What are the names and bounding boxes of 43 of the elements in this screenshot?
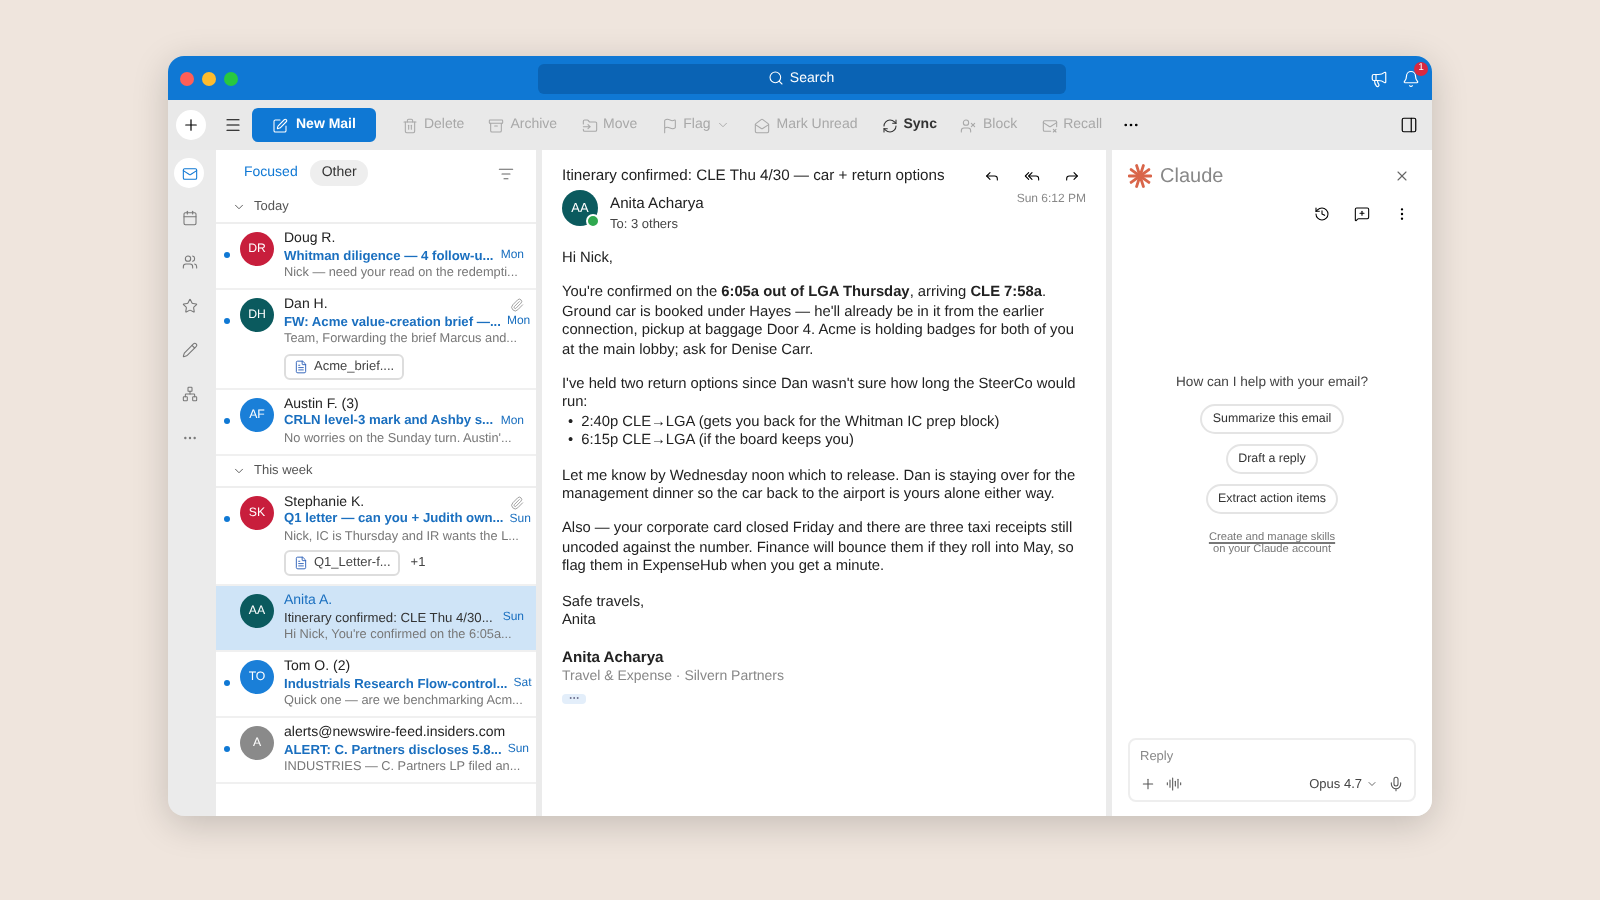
filter-icon xyxy=(498,165,514,181)
plus-icon xyxy=(1140,776,1156,792)
clock-icon xyxy=(1314,206,1330,222)
megaphone-icon xyxy=(1370,69,1388,87)
folder-icon xyxy=(581,117,598,133)
mail-icon xyxy=(181,165,197,181)
panel-icon xyxy=(1400,116,1418,134)
reply-all-icon xyxy=(1024,167,1040,183)
document-icon xyxy=(294,359,308,373)
calendar-icon xyxy=(181,209,197,225)
chat-plus-icon xyxy=(1354,206,1370,222)
block-user-icon xyxy=(960,117,977,133)
chevron-down-icon xyxy=(1366,778,1378,790)
chevron-down-icon xyxy=(232,200,246,214)
forward-icon xyxy=(1064,167,1080,183)
sync-icon xyxy=(881,117,898,133)
add-button[interactable] xyxy=(176,110,206,140)
microphone-icon xyxy=(1388,776,1404,792)
chevron-down-icon xyxy=(232,463,246,477)
close-icon xyxy=(1394,168,1410,184)
reply-icon xyxy=(984,167,1000,183)
audio-icon xyxy=(1166,776,1182,792)
mail-nav-button[interactable] xyxy=(174,158,204,188)
bell-icon xyxy=(1402,69,1420,87)
search-icon xyxy=(767,70,784,86)
pencil-icon xyxy=(181,341,197,357)
show-more-button[interactable] xyxy=(562,693,586,703)
envelope-icon xyxy=(754,117,771,133)
people-icon xyxy=(181,253,197,269)
plus-icon xyxy=(182,116,200,134)
menu-icon xyxy=(224,116,242,134)
envelope-x-icon xyxy=(1041,117,1058,133)
claude-logo-icon xyxy=(1128,164,1152,188)
flag-icon xyxy=(661,117,678,133)
chevron-down-icon xyxy=(716,118,731,132)
star-icon xyxy=(181,297,197,313)
assistant-title: Claude xyxy=(1160,165,1226,187)
trash-icon xyxy=(401,117,418,133)
archive-icon xyxy=(488,117,505,133)
minimize-window-button[interactable] xyxy=(202,71,216,85)
document-icon xyxy=(294,556,308,570)
compose-icon xyxy=(272,117,288,133)
network-icon xyxy=(181,385,197,401)
